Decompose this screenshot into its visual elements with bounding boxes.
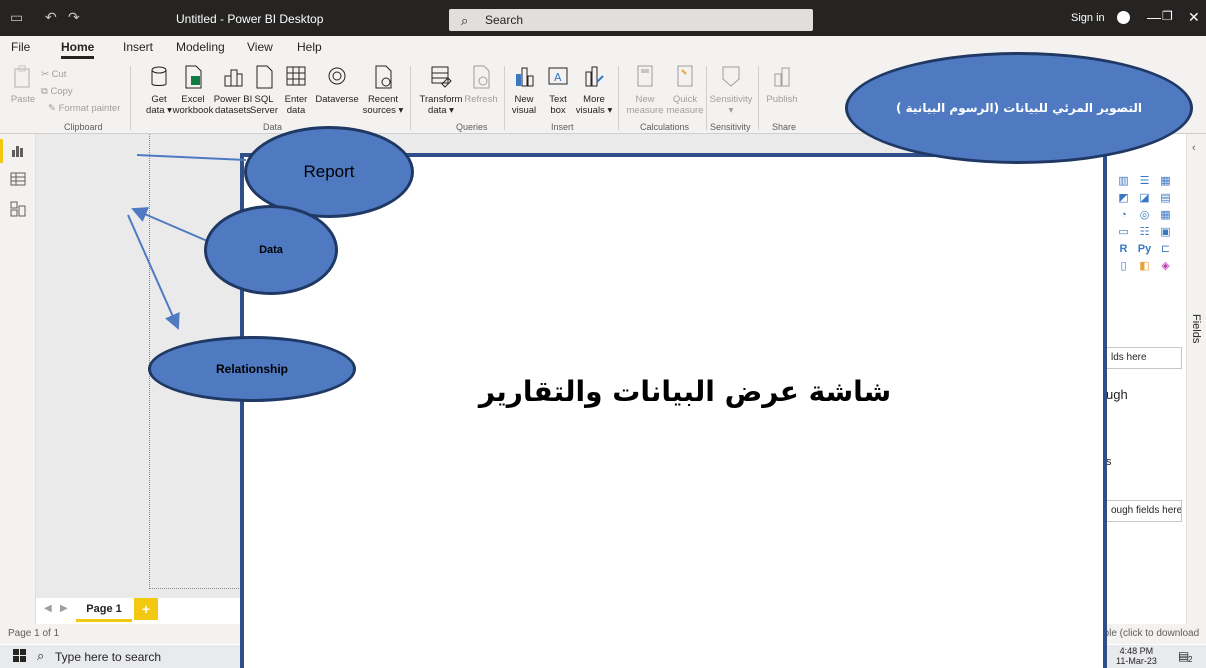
relationship-arrow	[127, 214, 180, 330]
app-window: ▭ ↶ ↷ Untitled - Power BI Desktop ⌕ Sear…	[0, 0, 1206, 668]
visuals-callout: التصوير المرئي للبيانات (الرسوم البيانية…	[845, 52, 1193, 164]
data-arrow	[131, 207, 213, 244]
relationship-callout: Relationship	[148, 336, 356, 402]
data-callout: Data	[204, 205, 338, 295]
report-arrow	[136, 154, 247, 161]
